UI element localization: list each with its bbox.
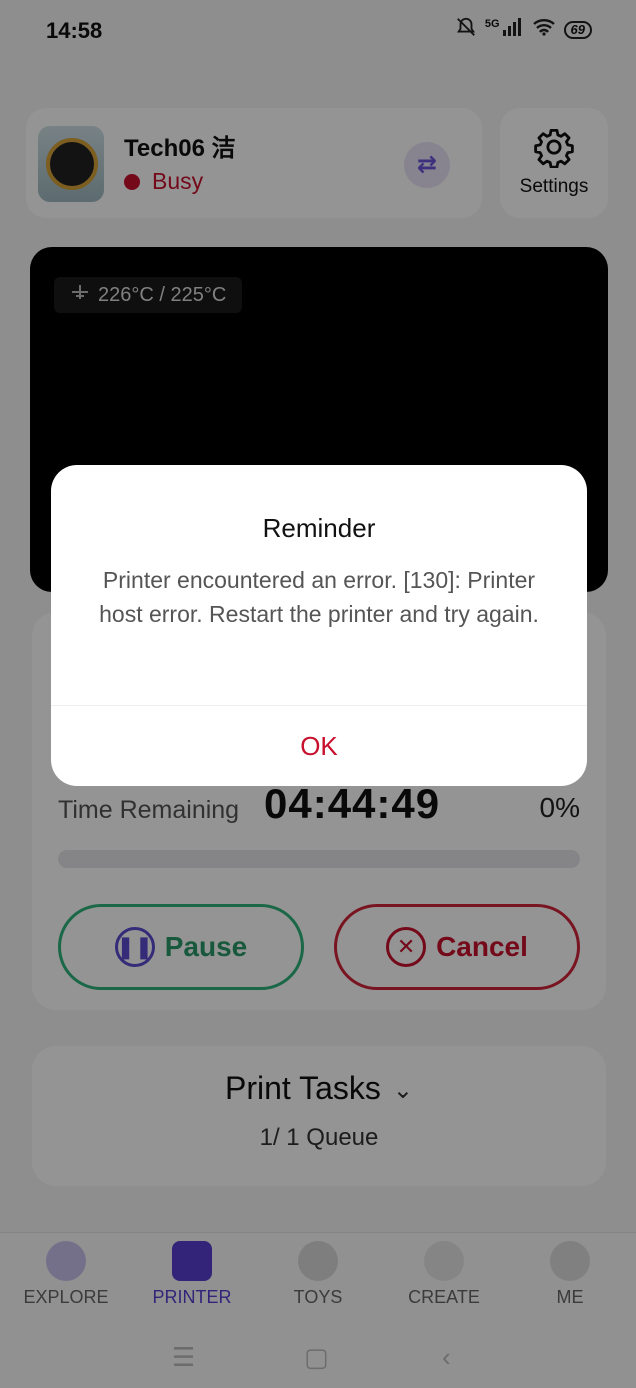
ok-button[interactable]: OK: [51, 706, 587, 786]
reminder-dialog: Reminder Printer encountered an error. […: [51, 465, 587, 786]
dialog-message: Printer encountered an error. [130]: Pri…: [99, 567, 539, 627]
dialog-title: Reminder: [262, 513, 376, 543]
app-screen: 14:58 5G 69 Tech06 洁 Busy ⇄ Settings 226…: [0, 0, 636, 1388]
